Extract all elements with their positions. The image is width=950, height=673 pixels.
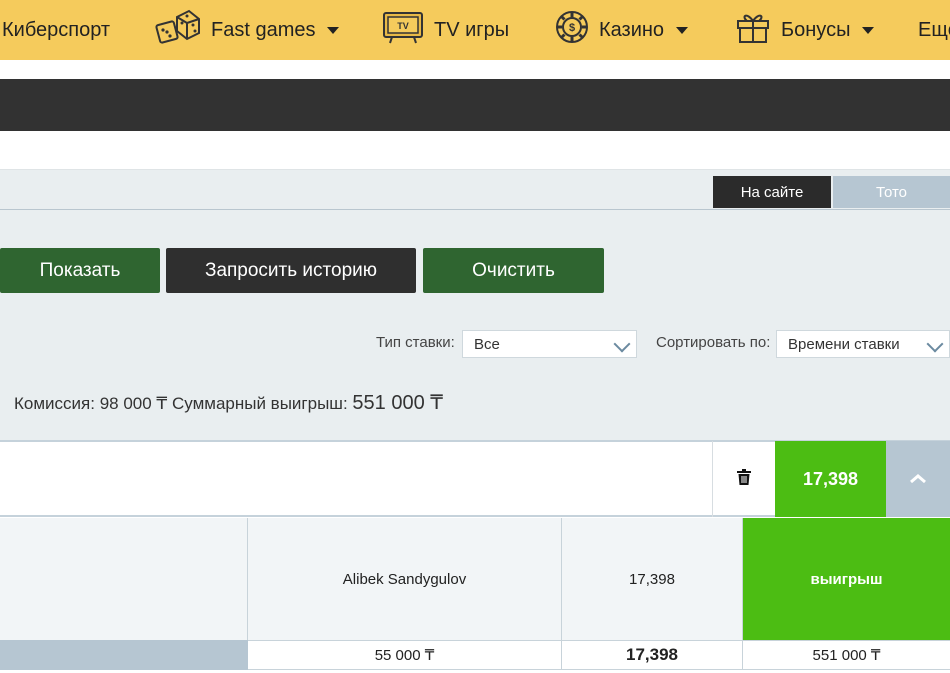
- nav-label-casino: Казино: [599, 18, 665, 41]
- commission-label: Комиссия:: [14, 394, 95, 413]
- svg-text:TV: TV: [397, 21, 409, 31]
- show-button[interactable]: Показать: [0, 248, 160, 293]
- total-stake: 55 000 ₸: [248, 640, 562, 670]
- tab-on-site[interactable]: На сайте: [713, 176, 831, 208]
- tab-divider: [0, 209, 950, 210]
- totals-cell-empty: [0, 640, 248, 670]
- summary-line: Комиссия: 98 000 ₸ Суммарный выигрыш: 55…: [14, 390, 443, 415]
- nav-label-fast-games: Fast games: [211, 18, 316, 41]
- collapse-button[interactable]: [886, 441, 950, 517]
- nav-item-tv-games[interactable]: TV TV игры: [382, 0, 509, 60]
- delete-bet-button[interactable]: [712, 441, 775, 517]
- player-name: Alibek Sandygulov: [248, 518, 562, 640]
- dice-icon: [155, 7, 201, 53]
- nav-label-bonuses: Бонусы: [781, 18, 851, 41]
- bet-coefficient: 17,398: [775, 441, 886, 517]
- chevron-down-icon: [676, 26, 689, 34]
- nav-label-esports: Киберспорт: [2, 18, 111, 41]
- detail-coefficient: 17,398: [562, 518, 743, 640]
- nav-item-casino[interactable]: $ Казино: [555, 0, 689, 60]
- gift-icon: [735, 10, 771, 50]
- tv-icon: TV: [382, 10, 424, 50]
- sort-value: Времени ставки: [788, 335, 900, 353]
- nav-item-more[interactable]: Ещё: [918, 0, 950, 60]
- nav-item-esports[interactable]: Киберспорт: [2, 0, 110, 60]
- total-win-value: 551 000 ₸: [352, 392, 443, 414]
- total-win-label: Суммарный выигрыш:: [171, 394, 348, 413]
- nav-label-tv-games: TV игры: [434, 18, 510, 41]
- commission-value: 98 000 ₸: [99, 394, 168, 413]
- total-payout: 551 000 ₸: [743, 640, 950, 670]
- result-badge: выигрыш: [743, 518, 950, 640]
- request-history-button[interactable]: Запросить историю: [166, 248, 416, 293]
- dark-header-bar: [0, 79, 950, 131]
- nav-item-bonuses[interactable]: Бонусы: [735, 0, 875, 60]
- detail-cell-empty: [0, 518, 248, 640]
- chevron-down-icon: [327, 26, 340, 34]
- nav-item-fast-games[interactable]: Fast games: [155, 0, 340, 60]
- bet-type-value: Все: [474, 335, 500, 353]
- chevron-up-icon: [909, 470, 927, 488]
- top-navigation: Киберспорт Fast games TV TV игры $ Казин…: [0, 0, 950, 60]
- chevron-down-icon: [862, 26, 875, 34]
- total-coefficient: 17,398: [562, 640, 743, 670]
- bet-type-select[interactable]: Все: [462, 330, 637, 358]
- chevron-down-icon: [926, 335, 944, 353]
- tab-toto[interactable]: Тото: [833, 176, 950, 208]
- svg-text:$: $: [569, 22, 575, 34]
- casino-chip-icon: $: [555, 10, 589, 50]
- sort-select[interactable]: Времени ставки: [776, 330, 950, 358]
- chevron-down-icon: [613, 335, 631, 353]
- clear-button[interactable]: Очистить: [423, 248, 604, 293]
- trash-icon: [737, 468, 751, 490]
- nav-label-more: Ещё: [918, 18, 950, 41]
- bet-type-label: Тип ставки:: [376, 334, 455, 351]
- sort-label: Сортировать по:: [656, 334, 771, 351]
